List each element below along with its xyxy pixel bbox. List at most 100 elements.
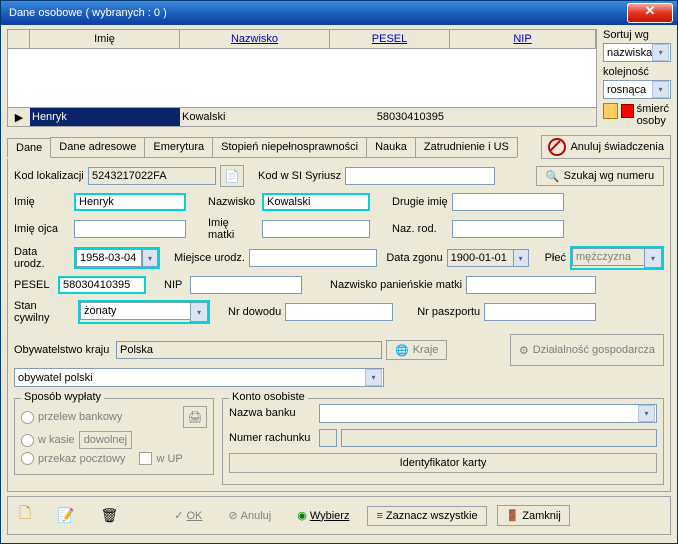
rachunek-field[interactable] — [341, 429, 657, 447]
nip-field[interactable] — [190, 276, 302, 294]
col-nazwisko[interactable]: Nazwisko — [231, 33, 278, 45]
check-icon: ✓ — [174, 509, 183, 522]
sort-dir-label: kolejność — [603, 66, 671, 78]
chevron-down-icon: ▾ — [513, 249, 529, 267]
window-title: Dane osobowe ( wybranych : 0 ) — [5, 7, 167, 19]
nr-dow-field[interactable] — [285, 303, 393, 321]
imie-matki-field[interactable] — [262, 220, 370, 238]
col-imie[interactable]: Imię — [30, 30, 180, 48]
zaznacz-wszystkie-button[interactable]: ≡Zaznacz wszystkie — [367, 506, 486, 526]
select-all-icon: ≡ — [376, 510, 382, 522]
plec-select[interactable]: mężczyzna▾ — [570, 246, 664, 270]
nr-dow-label: Nr dowodu — [228, 306, 281, 318]
bottom-toolbar: 🗋 📝 🗑 ✓OK ⊘Anuluj ◉Wybierz ≡Zaznacz wszy… — [7, 496, 671, 535]
sposob-wyplaty-group: Sposób wypłaty przelew bankowy 🖨 w kasie… — [14, 398, 214, 475]
kod-si-field[interactable] — [345, 167, 495, 185]
legend-icon — [603, 103, 618, 119]
cancel-icon: ⊘ — [228, 509, 237, 522]
zamknij-button[interactable]: 🚪Zamknij — [497, 505, 570, 526]
cell-imie: Henryk — [30, 108, 180, 126]
table-row[interactable]: ▶ Henryk Kowalski 58030410395 — [8, 107, 596, 126]
tab-adresowe[interactable]: Dane adresowe — [50, 137, 145, 157]
edit-icon: 📝 — [57, 507, 74, 524]
cell-nazwisko: Kowalski — [180, 108, 330, 126]
obyw-field: Polska — [116, 341, 382, 359]
globe-icon: 🌐 — [395, 344, 409, 357]
tab-content: Kod lokalizacji 5243217022FA 📄 Kod w SI … — [7, 159, 671, 492]
tab-dane[interactable]: Dane — [7, 138, 51, 158]
kod-lok-field: 5243217022FA — [88, 167, 216, 185]
anuluj-swiadczenia-button[interactable]: Anuluj świadczenia — [541, 135, 671, 159]
stan-cyw-label: Stan cywilny — [14, 300, 74, 324]
window-close-button[interactable]: ✕ — [627, 3, 673, 23]
imie-matki-label: Imię matki — [208, 217, 258, 241]
pesel-label: PESEL — [14, 279, 54, 291]
stan-cyw-select[interactable]: żonaty▾ — [78, 300, 210, 324]
tab-stopien[interactable]: Stopień niepełnosprawności — [212, 137, 367, 157]
col-pesel[interactable]: PESEL — [372, 33, 407, 45]
radio-przelew[interactable] — [21, 411, 34, 424]
radio-przekaz[interactable] — [21, 452, 34, 465]
miejsce-ur-label: Miejsce urodz. — [174, 252, 245, 264]
drugie-imie-label: Drugie imię — [392, 196, 448, 208]
checkbox-wup[interactable] — [139, 452, 152, 465]
imie-field[interactable]: Henryk — [74, 193, 186, 211]
grid-header: Imię Nazwisko PESEL NIP — [8, 30, 596, 49]
door-icon: 🚪 — [506, 509, 520, 522]
dzialalnosc-button[interactable]: ⚙Działalność gospodarcza — [510, 334, 664, 366]
rachunek-prefix[interactable] — [319, 429, 337, 447]
tab-zatr[interactable]: Zatrudnienie i US — [415, 137, 518, 157]
chevron-down-icon: ▾ — [365, 369, 382, 386]
new-file-icon: 🗋 — [19, 503, 31, 528]
cell-pesel: 58030410395 — [330, 108, 450, 126]
new-button[interactable]: 🗋 — [11, 500, 39, 531]
chevron-down-icon: ▾ — [644, 248, 662, 268]
sort-by-select[interactable]: nazwiska▾ — [603, 43, 671, 62]
nr-pasz-label: Nr paszportu — [417, 306, 480, 318]
titlebar: Dane osobowe ( wybranych : 0 ) ✕ — [1, 1, 677, 25]
naz-rod-label: Naz. rod. — [392, 223, 448, 235]
cancel-icon — [548, 138, 566, 156]
person-grid[interactable]: Imię Nazwisko PESEL NIP ▶ Henryk Kowalsk… — [7, 29, 597, 127]
naz-rod-field[interactable] — [452, 220, 564, 238]
miejsce-ur-field[interactable] — [249, 249, 377, 267]
wybierz-button[interactable]: ◉Wybierz — [289, 506, 357, 525]
anuluj-button[interactable]: ⊘Anuluj — [220, 506, 279, 525]
nip-label: NIP — [164, 279, 186, 291]
sort-by-label: Sortuj wg — [603, 29, 671, 41]
death-label: śmierć osoby — [637, 103, 671, 127]
tab-nauka[interactable]: Nauka — [366, 137, 416, 157]
imie-ojca-label: Imię ojca — [14, 223, 70, 235]
data-zgonu-field[interactable]: 1900-01-01▾ — [447, 249, 529, 267]
col-nip[interactable]: NIP — [513, 33, 531, 45]
edit-button[interactable]: 📝 — [49, 504, 82, 527]
kraje-button[interactable]: 🌐Kraje — [386, 340, 447, 360]
tab-strip: Dane Dane adresowe Emerytura Stopień nie… — [7, 137, 517, 158]
tab-emerytura[interactable]: Emerytura — [144, 137, 213, 157]
data-zg-label: Data zgonu — [386, 252, 442, 264]
gear-icon: ⚙ — [519, 344, 529, 357]
szukaj-numeru-button[interactable]: 🔍Szukaj wg numeru — [536, 166, 664, 186]
kod-si-label: Kod w SI Syriusz — [258, 170, 341, 182]
ok-button[interactable]: ✓OK — [166, 506, 210, 525]
print-icon[interactable]: 🖨 — [183, 406, 207, 428]
sort-dir-select[interactable]: rosnąca▾ — [603, 80, 671, 99]
pesel-field[interactable]: 58030410395 — [58, 276, 146, 294]
bank-select[interactable]: ▾ — [319, 404, 657, 423]
record-indicator-icon: ▶ — [8, 111, 30, 124]
nazwisko-field[interactable]: Kowalski — [262, 193, 370, 211]
kod-lok-label: Kod lokalizacji — [14, 170, 84, 182]
imie-ojca-field[interactable] — [74, 220, 186, 238]
trash-icon: 🗑 — [101, 507, 119, 524]
dowolnej-button[interactable]: dowolnej — [79, 431, 132, 449]
kod-lok-lookup-button[interactable]: 📄 — [220, 165, 244, 187]
drugie-imie-field[interactable] — [452, 193, 564, 211]
data-urodz-field[interactable]: 1958-03-04▾ — [74, 247, 160, 269]
nr-pasz-field[interactable] — [484, 303, 596, 321]
target-icon: ◉ — [297, 509, 307, 522]
naz-pan-field[interactable] — [466, 276, 596, 294]
identyfikator-karty-button[interactable]: Identyfikator karty — [229, 453, 657, 473]
obyw-typ-select[interactable]: obywatel polski▾ — [14, 368, 384, 387]
radio-kasie[interactable] — [21, 434, 34, 447]
delete-button[interactable]: 🗑 — [93, 504, 127, 527]
